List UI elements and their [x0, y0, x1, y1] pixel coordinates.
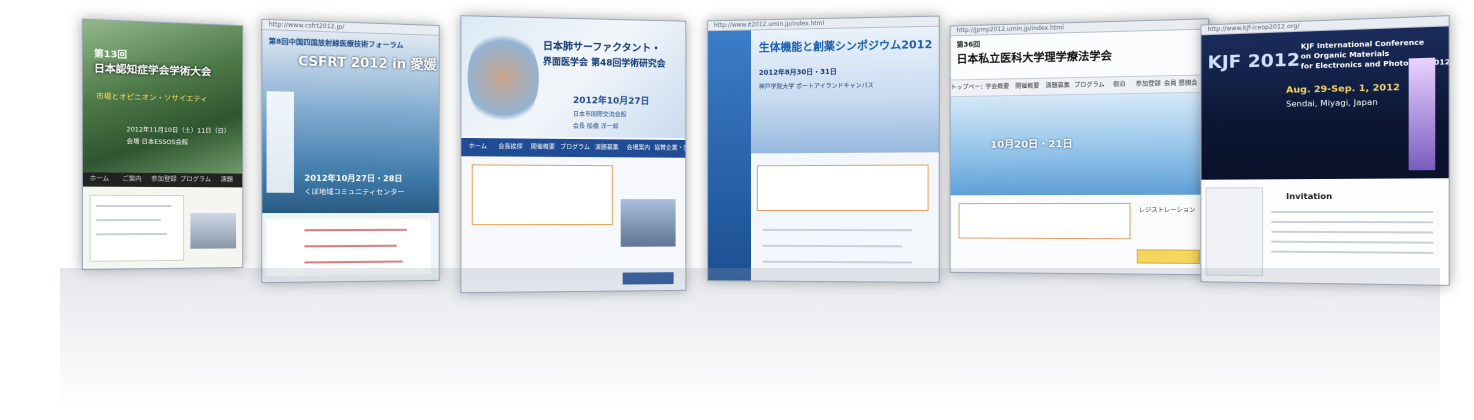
- conference-number: 第13回: [93, 49, 128, 61]
- notice-box: [756, 164, 929, 212]
- nav-program[interactable]: プログラム: [180, 173, 211, 187]
- registration-label: レジストレーション: [1138, 206, 1196, 215]
- notice-box: [958, 202, 1131, 240]
- nav-program[interactable]: プログラム: [1073, 77, 1106, 94]
- text-line: [762, 244, 903, 248]
- nav-abstracts[interactable]: 演題: [211, 173, 242, 187]
- venue-photo: [620, 199, 676, 247]
- website-card-4[interactable]: http://www.it2012.umin.jp/index.html 生体機…: [707, 15, 940, 283]
- nav-about[interactable]: 学会概要: [982, 79, 1012, 95]
- nav-sponsors[interactable]: 協賛企業・団体: [654, 140, 685, 158]
- floor-reflection: [60, 268, 1440, 408]
- congress-dates: 10月20日・21日: [990, 139, 1073, 151]
- main-nav: ホーム 会長挨拶 開催概要 プログラム 演題募集 会場案内 協賛企業・団体: [461, 137, 686, 158]
- website-card-6[interactable]: http://www.kjf-iceop2012.org/ KJF 2012 K…: [1200, 15, 1450, 286]
- nav-registration[interactable]: 参加登録: [1133, 76, 1164, 93]
- text-line: [1271, 250, 1434, 254]
- forum-dates: 2012年10月27日・28日: [304, 173, 403, 184]
- nav-overview[interactable]: 開催概要: [1012, 79, 1042, 95]
- meeting-president: 会長 船橋 洋一郎: [573, 122, 619, 131]
- nav-greeting[interactable]: 会長挨拶: [494, 138, 527, 156]
- nav-abstracts[interactable]: 演題募集: [1042, 78, 1072, 95]
- symposium-date: 2012年8月30日・31日: [758, 67, 837, 77]
- text-line: [1271, 210, 1434, 214]
- text-line: [1271, 240, 1434, 244]
- text-line: [1271, 230, 1434, 234]
- nav-social[interactable]: 会員 懇親会および情報交換: [1164, 76, 1198, 93]
- meeting-date: 2012年10月27日: [573, 95, 650, 108]
- nav-overview[interactable]: 開催概要: [527, 139, 559, 157]
- text-line: [96, 219, 161, 222]
- side-menu: [708, 30, 751, 281]
- text-line: [96, 204, 172, 208]
- nav-program[interactable]: プログラム: [559, 139, 591, 157]
- section-heading: Invitation: [1286, 191, 1333, 202]
- nav-home[interactable]: ホーム: [461, 138, 494, 156]
- text-line: [1271, 220, 1434, 224]
- forum-venue: くぼ地域コミュニティセンター: [304, 187, 405, 197]
- website-card-3[interactable]: 日本肺サーファクタント・ 界面医学会 第48回学術研究会 2012年10月27日…: [460, 15, 687, 294]
- main-nav: ホーム ご案内 参加登録 プログラム 演題: [82, 172, 243, 188]
- website-card-2[interactable]: http://www.csfrt2012.jp/ 第8回中国四国放射線医療技術フ…: [261, 18, 440, 284]
- notice-box: [471, 164, 613, 226]
- congress-title: 日本私立医科大学理学療法学会: [956, 49, 1112, 66]
- text-line: [762, 228, 913, 232]
- nav-venue[interactable]: 会場案内: [623, 139, 654, 157]
- url-bar: http://jpmp2012.umin.jp/index.html: [950, 19, 1209, 37]
- tower-illustration: [1408, 57, 1436, 171]
- nav-home[interactable]: ホーム: [83, 172, 116, 186]
- building-photo: [190, 212, 237, 249]
- website-card-5[interactable]: http://jpmp2012.umin.jp/index.html 第36回 …: [949, 18, 1210, 276]
- nav-lodging[interactable]: 宿泊: [1106, 77, 1133, 94]
- text-line: [762, 260, 913, 264]
- conference-venue: 会場 日本ESSOS会館: [126, 138, 189, 147]
- cell-illustration: [467, 26, 539, 129]
- nav-top[interactable]: トップページ: [951, 80, 983, 96]
- conference-location: Sendai, Miyagi, Japan: [1286, 97, 1378, 109]
- registration-button[interactable]: [1136, 249, 1200, 264]
- text-line: [96, 232, 168, 236]
- side-menu: [1205, 187, 1264, 277]
- side-menu: [266, 91, 294, 193]
- symposium-venue: 神戸学院大学 ポートアイランドキャンパス: [758, 82, 874, 91]
- perspective-stage: 第13回 日本認知症学会学術大会 市場とオピニオン・ソサイエティ 2012年11…: [0, 0, 1474, 420]
- congress-number: 第36回: [956, 40, 981, 49]
- conference-dates: 2012年11月10日（土）11日（日）: [126, 126, 231, 136]
- nav-abstracts[interactable]: 演題募集: [591, 139, 623, 157]
- conference-logo: KJF 2012: [1207, 49, 1301, 74]
- symposium-title: 生体機能と創薬シンポジウム2012: [758, 37, 933, 55]
- website-card-1[interactable]: 第13回 日本認知症学会学術大会 市場とオピニオン・ソサイエティ 2012年11…: [81, 18, 244, 271]
- text-line: [304, 228, 407, 232]
- nav-info[interactable]: ご案内: [116, 173, 148, 187]
- meeting-venue: 日本市国際交流会館: [573, 110, 627, 119]
- nav-registration[interactable]: 参加登録: [148, 173, 180, 187]
